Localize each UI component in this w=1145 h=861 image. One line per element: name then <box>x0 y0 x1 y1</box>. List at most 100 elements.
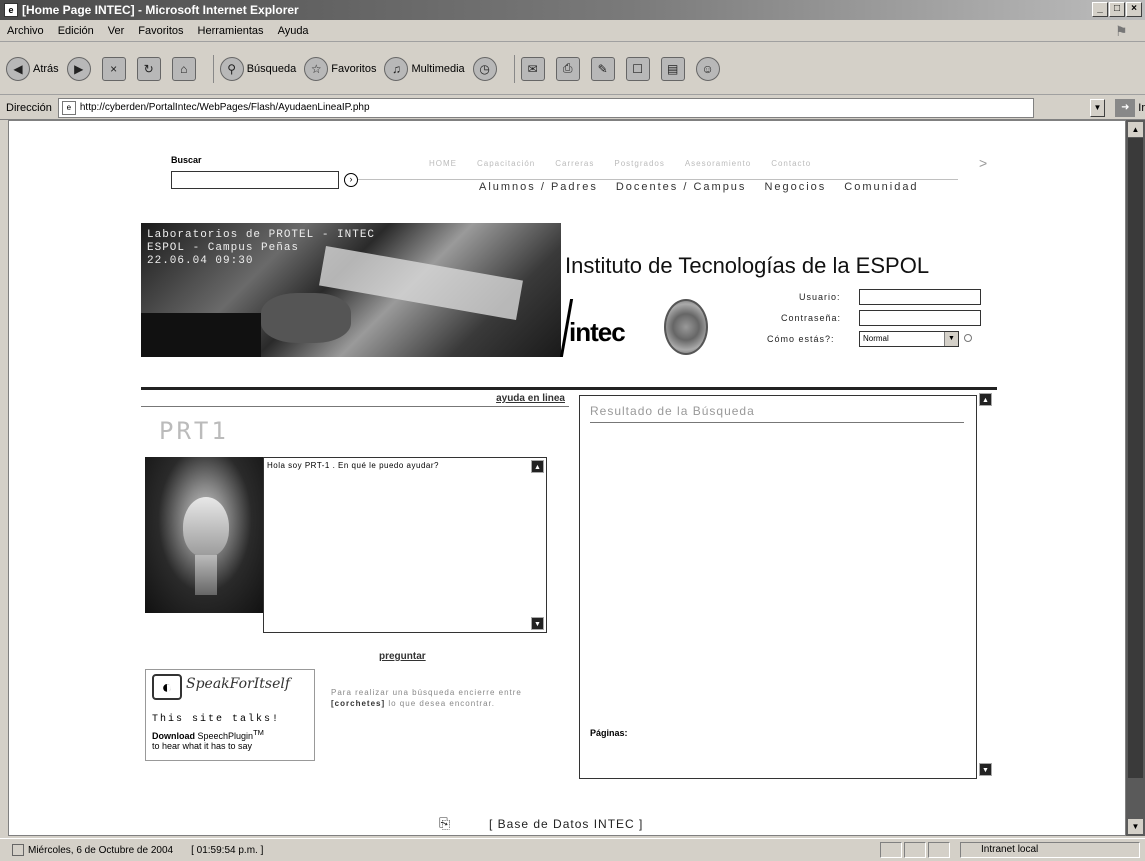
window-title: [Home Page INTEC] - Microsoft Internet E… <box>22 3 299 17</box>
chat-box[interactable]: Hola soy PRT-1 . En qué le puedo ayudar?… <box>263 457 547 633</box>
go-label: Ir <box>1138 101 1145 114</box>
help-link[interactable]: ayuda en linea <box>496 393 565 404</box>
search-label-page: Buscar <box>171 155 202 165</box>
speak-line3: to hear what it has to say <box>152 741 253 751</box>
nav-divider <box>358 179 958 180</box>
nav-asesoramiento[interactable]: Asesoramiento <box>685 159 751 168</box>
caption-line: ESPOL - Campus Peñas <box>147 242 300 254</box>
speak-script: SpeakForItself <box>186 676 291 692</box>
menu-herramientas[interactable]: Herramientas <box>191 25 271 37</box>
status-value: Normal <box>863 334 889 343</box>
refresh-icon: ↻ <box>136 56 161 81</box>
robot-avatar <box>145 457 265 613</box>
search-label: Búsqueda <box>246 62 297 75</box>
history-button[interactable]: ◷ <box>472 56 500 81</box>
search-go-icon[interactable]: › <box>344 173 358 187</box>
nav-carreras[interactable]: Carreras <box>555 159 594 168</box>
print-icon: ⎙ <box>555 56 580 81</box>
ask-link[interactable]: preguntar <box>379 651 426 662</box>
status-label: Cómo estás?: <box>767 334 835 344</box>
menu-edicion[interactable]: Edición <box>51 25 101 37</box>
results-panel: Resultado de la Búsqueda Páginas: <box>579 395 977 779</box>
menu-favoritos[interactable]: Favoritos <box>131 25 190 37</box>
intec-logo-text: intec <box>569 317 626 347</box>
go-arrow-icon: ➜ <box>1115 98 1136 117</box>
search-hint: Para realizar una búsqueda encierre entr… <box>331 687 561 709</box>
address-input[interactable]: e http://cyberden/PortalIntec/WebPages/F… <box>57 97 1034 118</box>
password-input[interactable] <box>859 310 981 326</box>
database-link[interactable]: [ Base de Datos INTEC ] <box>489 817 643 831</box>
discuss-icon: ☐ <box>625 56 650 81</box>
back-label: Atrás <box>33 62 59 75</box>
multimedia-icon: ♫ <box>384 56 409 81</box>
scroll-down-arrow-icon[interactable]: ▼ <box>1128 819 1143 834</box>
nav-next-arrow-icon[interactable]: > <box>979 155 987 171</box>
forward-button[interactable]: ▶ <box>66 56 94 81</box>
section-divider <box>141 387 997 390</box>
status-date: Miércoles, 6 de Octubre de 2004 <box>28 844 174 856</box>
edit-button[interactable]: ✎ <box>590 56 618 81</box>
nav-capacitacion[interactable]: Capacitación <box>477 159 535 168</box>
zone-label: Intranet local <box>981 844 1039 855</box>
address-bar: Dirección e http://cyberden/PortalIntec/… <box>0 96 1145 120</box>
section-nav: Alumnos / Padres Docentes / Campus Negoc… <box>479 181 919 193</box>
go-button[interactable]: ➜ Ir <box>1115 98 1145 117</box>
minimize-button[interactable]: _ <box>1092 2 1108 17</box>
menu-archivo[interactable]: Archivo <box>0 25 51 37</box>
favorites-button[interactable]: ☆ Favoritos <box>304 56 376 81</box>
menu-ayuda[interactable]: Ayuda <box>271 25 316 37</box>
address-dropdown-button[interactable]: ▼ <box>1089 98 1106 117</box>
nav-negocios[interactable]: Negocios <box>764 181 826 193</box>
speak-line1: This site talks! <box>152 714 281 725</box>
home-icon: ⌂ <box>171 56 196 81</box>
banner-photo: Laboratorios de PROTEL - INTEC ESPOL - C… <box>141 223 561 357</box>
home-button[interactable]: ⌂ <box>171 56 199 81</box>
history-icon: ◷ <box>472 56 497 81</box>
nav-comunidad[interactable]: Comunidad <box>844 181 918 193</box>
multimedia-button[interactable]: ♫ Multimedia <box>384 56 465 81</box>
page-scrollbar[interactable]: ▲ ▼ <box>1126 120 1145 836</box>
messenger-button[interactable]: ☺ <box>695 56 723 81</box>
results-scroll-up-icon[interactable]: ▲ <box>979 393 992 406</box>
back-button[interactable]: ◀ Atrás <box>6 56 59 81</box>
nav-postgrados[interactable]: Postgrados <box>614 159 664 168</box>
nav-docentes[interactable]: Docentes / Campus <box>616 181 747 193</box>
search-button[interactable]: ⚲ Búsqueda <box>219 56 297 81</box>
multimedia-label: Multimedia <box>411 62 465 75</box>
scroll-down-icon[interactable]: ▼ <box>531 617 544 630</box>
page-status-icon <box>12 844 24 856</box>
speak-plugin-banner[interactable]: ◐ SpeakForItself This site talks! Downlo… <box>145 669 315 761</box>
close-button[interactable]: × <box>1126 2 1142 17</box>
status-select[interactable]: Normal ▼ <box>859 331 959 347</box>
results-scroll-down-icon[interactable]: ▼ <box>979 763 992 776</box>
stop-button[interactable]: × <box>101 56 129 81</box>
scroll-up-icon[interactable]: ▲ <box>531 460 544 473</box>
nav-alumnos[interactable]: Alumnos / Padres <box>479 181 598 193</box>
address-url: http://cyberden/PortalIntec/WebPages/Fla… <box>79 102 370 113</box>
stop-icon: × <box>101 56 126 81</box>
menu-ver[interactable]: Ver <box>101 25 132 37</box>
help-bar: ayuda en linea <box>141 393 569 407</box>
user-label: Usuario: <box>799 292 841 302</box>
star-icon: ☆ <box>304 56 329 81</box>
plugin-text: SpeechPlugin <box>197 731 254 741</box>
refresh-button[interactable]: ↻ <box>136 56 164 81</box>
page-search-input[interactable] <box>171 171 339 189</box>
discuss-button[interactable]: ☐ <box>625 56 653 81</box>
research-button[interactable]: ▤ <box>660 56 688 81</box>
ie-icon: e <box>4 3 18 17</box>
nav-contacto[interactable]: Contacto <box>771 159 811 168</box>
messenger-icon: ☺ <box>695 56 720 81</box>
page-icon: e <box>61 100 76 115</box>
mail-button[interactable]: ✉ <box>520 56 548 81</box>
user-input[interactable] <box>859 289 981 305</box>
toolbar-separator <box>212 54 214 83</box>
scroll-thumb[interactable] <box>1128 138 1143 778</box>
scroll-up-arrow-icon[interactable]: ▲ <box>1128 122 1143 137</box>
maximize-button[interactable]: □ <box>1109 2 1125 17</box>
caption-line: 22.06.04 09:30 <box>147 255 254 267</box>
status-radio[interactable] <box>964 334 972 342</box>
windows-logo-icon: ⚑ <box>1115 23 1128 39</box>
print-button[interactable]: ⎙ <box>555 56 583 81</box>
nav-home[interactable]: HOME <box>429 159 457 168</box>
